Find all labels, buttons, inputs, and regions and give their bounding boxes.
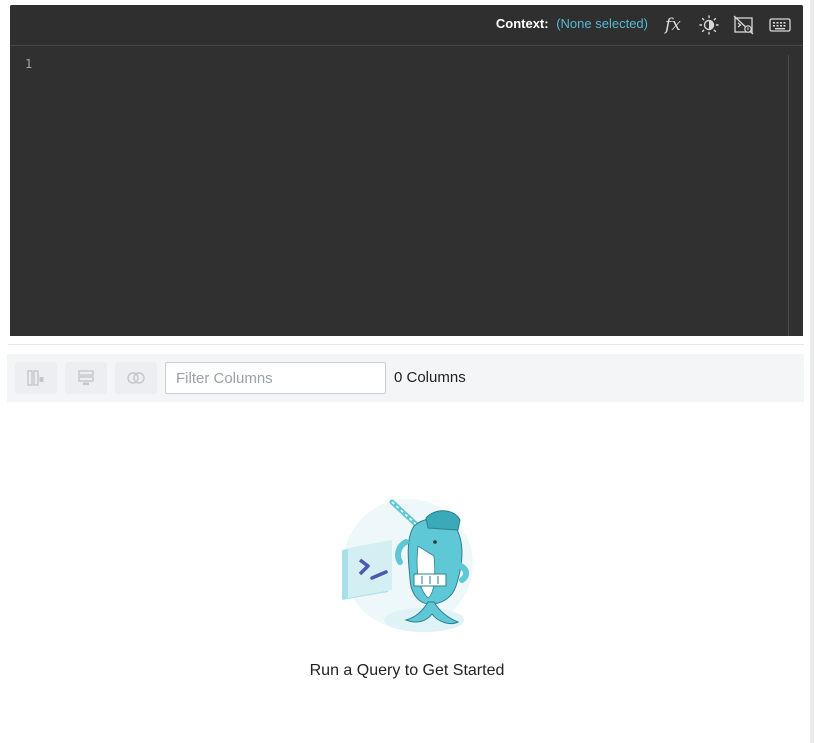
query-editor[interactable]: Context: (None selected) fx 1 [10,5,803,336]
page-scrollbar[interactable] [810,0,814,743]
context-label: Context: [495,16,549,31]
keyboard-shortcuts-icon[interactable] [769,14,791,36]
row-layout-button[interactable] [65,362,107,394]
column-count: 0 Columns [394,369,466,386]
line-number: 1 [25,57,33,71]
divider [8,344,804,345]
theme-toggle-icon[interactable] [698,14,720,36]
context-selector[interactable]: Context: (None selected) [496,16,648,31]
hide-results-icon[interactable] [733,14,755,36]
editor-scrollbar[interactable] [788,55,789,336]
compare-icon [127,372,145,384]
function-icon[interactable]: fx [662,14,684,36]
filter-columns-input[interactable] [165,362,386,394]
empty-state-message: Run a Query to Get Started [309,662,505,679]
narwhal-terminal-illustration [342,499,473,632]
compare-button[interactable] [115,362,157,394]
row-layout-icon [78,370,94,385]
results-toolbar: 0 Columns [7,354,804,402]
column-layout-button[interactable] [15,362,57,394]
context-value[interactable]: (None selected) [556,16,648,31]
editor-header: Context: (None selected) fx [10,5,803,46]
column-layout-icon [27,370,44,386]
